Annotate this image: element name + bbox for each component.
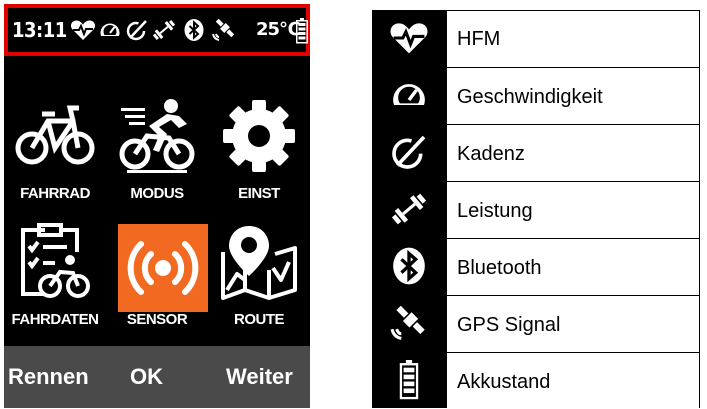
- device-screen: 13:11 25℃ FAHRRAD MODUS EINST FAHRDATEN …: [4, 4, 310, 408]
- heart-rate-icon: [390, 23, 428, 54]
- legend-row-power: Leistung: [447, 181, 700, 238]
- legend-label: Geschwindigkeit: [457, 86, 603, 108]
- bluetooth-icon: [393, 247, 425, 285]
- ride-data-icon: [21, 223, 90, 298]
- gear-icon: [223, 100, 295, 172]
- legend-row-gps: GPS Signal: [447, 295, 700, 352]
- menu-tile-label: FAHRDATEN: [11, 311, 99, 328]
- gps-icon: [390, 305, 425, 340]
- menu-tile-label: MODUS: [130, 185, 184, 202]
- menu-tile-einst[interactable]: EINST: [210, 92, 308, 212]
- bicycle-icon: [15, 105, 95, 165]
- power-icon: [391, 193, 427, 225]
- menu-tile-modus[interactable]: MODUS: [108, 92, 206, 212]
- battery-icon: [296, 18, 308, 44]
- softkey-weiter[interactable]: Weiter: [226, 364, 293, 390]
- softkey-bar: Rennen OK Weiter: [4, 346, 310, 408]
- bluetooth-icon: [184, 19, 204, 41]
- status-temperature: 25℃: [256, 19, 301, 40]
- legend-label: Leistung: [457, 200, 533, 222]
- legend-label: Akkustand: [457, 371, 551, 393]
- legend-label: GPS Signal: [457, 314, 561, 336]
- menu-tile-label: EINST: [238, 185, 280, 202]
- status-time: 13:11: [12, 18, 67, 42]
- softkey-ok[interactable]: OK: [130, 364, 163, 390]
- status-bar: 13:11 25℃: [4, 4, 310, 56]
- legend-row-bluetooth: Bluetooth: [447, 238, 700, 295]
- menu-tile-fahrdaten[interactable]: FAHRDATEN: [6, 218, 104, 338]
- cadence-icon: [126, 20, 147, 41]
- battery-icon: [399, 360, 419, 400]
- legend-row-hfm: HFM: [447, 10, 700, 67]
- legend-row-battery: Akkustand: [447, 352, 700, 409]
- heart-rate-icon: [70, 20, 96, 40]
- speed-icon: [393, 84, 425, 105]
- menu-tile-route[interactable]: ROUTE: [210, 218, 308, 338]
- legend-row-speed: Geschwindigkeit: [447, 67, 700, 124]
- icon-legend: HFM Geschwindigkeit Kadenz Leistung Blue…: [372, 10, 700, 408]
- power-icon: [152, 19, 176, 41]
- legend-label: HFM: [457, 28, 501, 50]
- menu-tile-label: FAHRRAD: [20, 185, 90, 202]
- cyclist-icon: [119, 99, 195, 173]
- softkey-rennen[interactable]: Rennen: [8, 364, 89, 390]
- legend-label: Kadenz: [457, 143, 525, 165]
- menu-tile-label: ROUTE: [234, 311, 285, 328]
- route-map-icon: [221, 226, 297, 300]
- speed-icon: [100, 23, 120, 36]
- legend-label: Bluetooth: [457, 257, 542, 279]
- menu-tile-sensor[interactable]: SENSOR: [108, 218, 208, 338]
- cadence-icon: [392, 135, 426, 169]
- legend-icon-column: [372, 10, 447, 408]
- sensor-icon: [127, 241, 199, 295]
- legend-row-cadence: Kadenz: [447, 124, 700, 181]
- menu-tile-fahrrad[interactable]: FAHRRAD: [6, 92, 104, 212]
- gps-icon: [212, 18, 235, 41]
- menu-tile-label: SENSOR: [126, 311, 188, 328]
